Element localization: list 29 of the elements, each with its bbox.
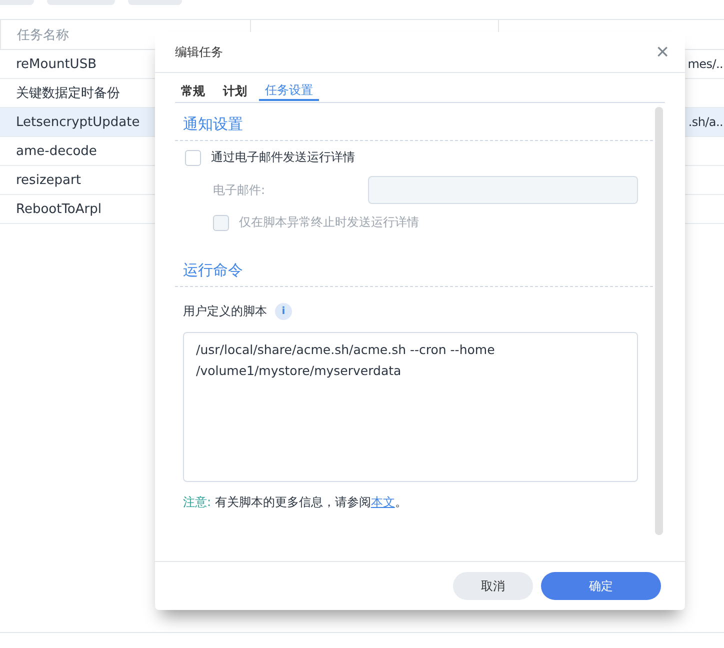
field-label: 电子邮件: (213, 182, 266, 198)
table-cell: resizepart (16, 172, 81, 188)
table-cell: RebootToArpl (16, 202, 102, 216)
table-cell: LetsencryptUpdate (16, 114, 140, 130)
cancel-button[interactable]: 取消 (453, 572, 533, 600)
table-cell: .sh/a.. (688, 115, 724, 129)
note-text: 有关脚本的更多信息，请参阅本文。 (214, 495, 407, 509)
table-cell: ame-decode (16, 144, 97, 158)
article-link[interactable]: 本文 (370, 495, 395, 509)
close-button[interactable]: × (656, 42, 669, 62)
checkbox[interactable] (185, 150, 201, 166)
section-title: 运行命令 (183, 261, 243, 279)
table-cell: mes/.. (688, 57, 724, 71)
tab[interactable]: 任务设置 (259, 81, 319, 101)
table-cell: 关键数据定时备份 (16, 86, 120, 101)
section-title: 通知设置 (183, 115, 243, 133)
script-field[interactable]: /usr/local/share/acme.sh/acme.sh --cron --home /volume1/mystore/myserverdata (183, 332, 638, 482)
tab[interactable]: 计划 (217, 81, 253, 101)
checkbox-label: 仅在脚本异常终止时发送运行详情 (239, 214, 419, 231)
table-cell: reMountUSB (16, 56, 96, 72)
info-icon[interactable]: i (275, 303, 292, 320)
scrollbar-thumb[interactable] (655, 107, 663, 535)
dialog-title: 编辑任务 (175, 44, 223, 60)
confirm-button[interactable]: 确定 (541, 572, 661, 600)
column-header[interactable]: 任务名称 (17, 26, 69, 44)
tab[interactable]: 常规 (175, 81, 211, 101)
checkbox-label: 通过电子邮件发送运行详情 (211, 149, 355, 166)
note-label: 注意: (183, 495, 212, 509)
field-label: 用户定义的脚本 (183, 303, 267, 320)
